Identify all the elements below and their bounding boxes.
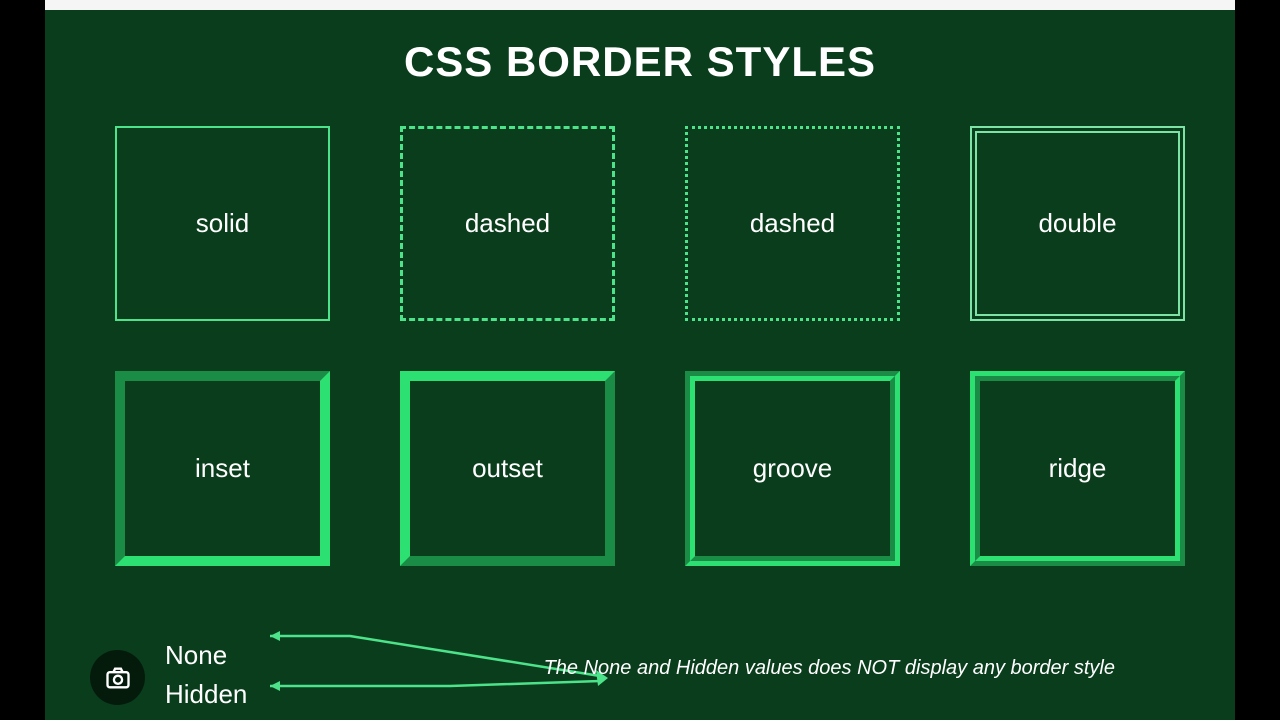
box-label: solid (196, 208, 249, 239)
box-double: double (970, 126, 1185, 321)
page-title: CSS BORDER STYLES (95, 38, 1185, 86)
slide-container: CSS BORDER STYLES solid dashed dashed do… (45, 0, 1235, 720)
box-inset: inset (115, 371, 330, 566)
box-label: outset (472, 453, 543, 484)
label-hidden: Hidden (165, 679, 247, 710)
box-label: dashed (465, 208, 550, 239)
footer-area: None Hidden The None and Hidden values d… (45, 600, 1235, 720)
label-none: None (165, 640, 247, 671)
box-solid: solid (115, 126, 330, 321)
box-label: ridge (1049, 453, 1107, 484)
box-label: dashed (750, 208, 835, 239)
box-dotted: dashed (685, 126, 900, 321)
box-dashed: dashed (400, 126, 615, 321)
box-label: groove (753, 453, 833, 484)
box-label: inset (195, 453, 250, 484)
none-hidden-labels: None Hidden (165, 640, 247, 710)
camera-icon[interactable] (90, 650, 145, 705)
box-label: double (1038, 208, 1116, 239)
label-none-text: None (165, 640, 227, 671)
box-ridge: ridge (970, 371, 1185, 566)
top-strip (45, 0, 1235, 10)
box-outset: outset (400, 371, 615, 566)
border-examples-grid: solid dashed dashed double inset outset … (95, 126, 1185, 566)
footer-caption: The None and Hidden values does NOT disp… (544, 657, 1115, 680)
box-groove: groove (685, 371, 900, 566)
label-hidden-text: Hidden (165, 679, 247, 710)
